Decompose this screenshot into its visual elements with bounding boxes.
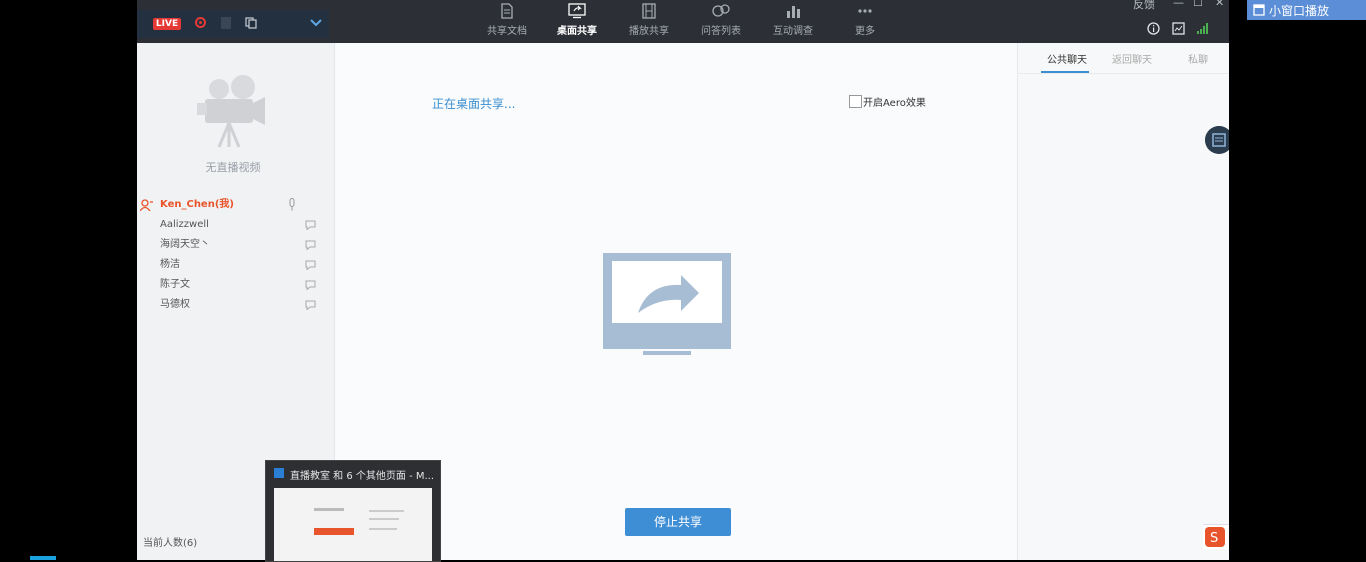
no-video-text: 无直播视频 [205,161,261,174]
microphone-icon[interactable] [288,198,296,211]
tab-return-chat[interactable]: 返回聊天 [1112,51,1152,66]
user-name: 海阔天空丶 [160,239,210,250]
thumbnail-preview [274,488,432,561]
chat-bubble-icon[interactable] [305,260,316,270]
aero-label: 开启Aero效果 [863,98,926,109]
user-name: 陈子文 [160,279,190,290]
document-icon [501,3,513,19]
list-item[interactable]: 杨洁 [137,255,334,275]
user-list: Ken_Chen(我) Aalizzwell 海阔天空丶 杨洁 陈子文 马德权 [137,195,334,315]
top-toolbar: LIVE 共享文档 桌面共享 播放共享 问答列表 互动调查 更多 反馈 — ☐ … [137,0,1229,43]
browser-icon [274,468,284,478]
small-window-play-button[interactable]: 小窗口播放 [1247,0,1366,20]
tab-label: 更多 [855,26,875,37]
list-item[interactable]: 陈子文 [137,275,334,295]
list-item[interactable]: 马德权 [137,295,334,315]
maximize-button[interactable]: ☐ [1193,0,1203,9]
tab-qa-list[interactable]: 问答列表 [691,0,751,43]
active-tab-indicator [1041,71,1089,73]
tab-private-chat[interactable]: 私聊 [1188,51,1208,66]
more-icon [858,9,872,13]
tab-label: 问答列表 [701,26,741,37]
record-icon[interactable] [195,17,206,28]
monitor-share-icon [603,253,731,355]
tab-media-share[interactable]: 播放共享 [619,0,679,43]
video-camera-icon [197,75,265,148]
small-window-label: 小窗口播放 [1269,4,1330,18]
presenter-icon [140,199,153,211]
chat-bubble-icon[interactable] [305,240,316,250]
sogou-icon[interactable]: S [1205,527,1225,547]
bar-chart-icon [787,6,800,18]
chat-tabs: 公共聊天 返回聊天 私聊 [1018,43,1229,74]
info-icon[interactable] [1147,22,1160,38]
user-name: 马德权 [160,299,190,310]
stop-share-button[interactable]: 停止共享 [625,508,731,536]
chat-bubble-icon[interactable] [305,220,316,230]
taskbar-thumbnail[interactable]: 直播教室 和 6 个其他页面 - M... [265,460,441,562]
list-item[interactable]: Aalizzwell [137,215,334,235]
svg-text:S: S [1210,531,1218,546]
stats-icon[interactable] [1171,22,1185,38]
chat-panel: 公共聊天 返回聊天 私聊 [1017,43,1229,560]
status-icons [1139,22,1209,36]
online-count: 当前人数(6) [143,538,198,549]
minimize-button[interactable]: — [1173,0,1184,9]
tab-desktop-share[interactable]: 桌面共享 [547,0,607,43]
film-icon [642,3,656,19]
close-button[interactable]: ✕ [1215,0,1224,9]
tab-label: 桌面共享 [557,26,597,37]
tab-label: 共享文档 [487,26,527,37]
tab-public-chat[interactable]: 公共聊天 [1047,51,1087,66]
thumbnail-title: 直播教室 和 6 个其他页面 - M... [290,471,435,482]
list-item[interactable]: Ken_Chen(我) [137,195,334,215]
chat-bubble-icon[interactable] [305,300,316,310]
qa-icon [712,4,730,17]
ime-toolbar: S 中 ☽ ˚, ● ▦ ♟ ▼ ✎ [1203,524,1229,549]
taskbar-indicator [30,556,56,560]
aero-checkbox[interactable] [849,95,862,108]
user-name: Aalizzwell [160,219,209,230]
tab-share-document[interactable]: 共享文档 [477,0,537,43]
tab-more[interactable]: 更多 [835,0,895,43]
copy-icon[interactable] [245,17,257,29]
feedback-link[interactable]: 反馈 [1133,0,1155,12]
window-icon [1253,4,1265,16]
side-float-icon[interactable] [1205,126,1229,154]
tab-interactive-survey[interactable]: 互动调查 [763,0,823,43]
signal-icon [1196,22,1209,38]
chevron-down-icon[interactable] [309,16,323,30]
divider [221,17,231,29]
live-controls: LIVE [137,10,329,38]
chat-bubble-icon[interactable] [305,280,316,290]
user-name: 杨洁 [160,259,180,270]
tab-label: 播放共享 [629,26,669,37]
list-item[interactable]: 海阔天空丶 [137,235,334,255]
sharing-status: 正在桌面共享... [432,97,516,111]
tab-label: 互动调查 [773,26,813,37]
desktop-share-icon [568,3,586,19]
live-badge: LIVE [153,18,181,30]
user-name: Ken_Chen(我) [160,199,234,210]
